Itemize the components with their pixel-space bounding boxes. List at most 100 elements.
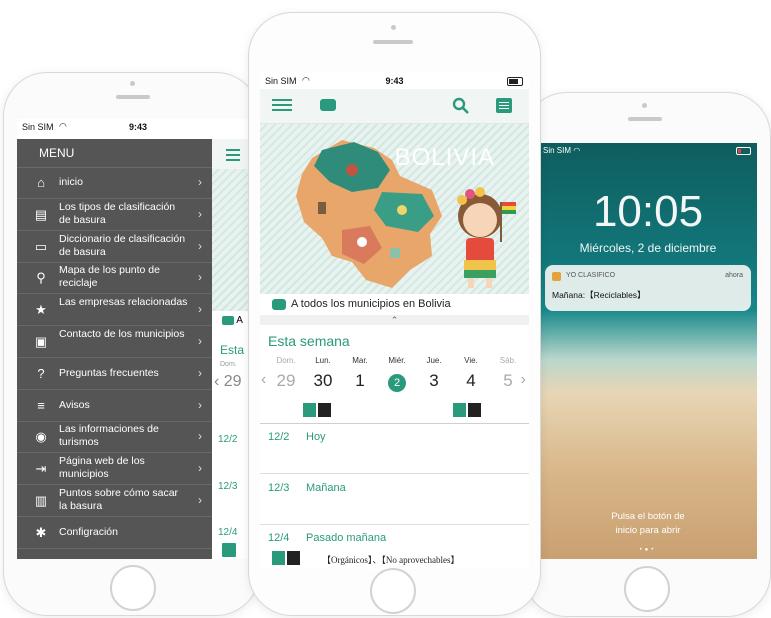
open-book-icon: ▭ — [34, 238, 48, 254]
weekday-label: Vie. — [464, 356, 478, 365]
menu-item-label: Avisos — [59, 398, 90, 411]
search-icon[interactable] — [451, 96, 471, 116]
chevron-right-icon: › — [198, 175, 202, 189]
list-view-icon[interactable] — [496, 96, 516, 116]
weekday-label: Dom. — [276, 356, 296, 365]
row-date: 12/2 — [268, 431, 290, 443]
day-number[interactable]: 3 — [416, 371, 452, 391]
day-number[interactable]: 4 — [453, 371, 489, 391]
menu-item-label: Los tipos de clasificación de basura — [59, 200, 176, 226]
menu-item[interactable]: ≡ Avisos › — [17, 390, 212, 422]
compost-bin-icon — [303, 402, 316, 417]
row-label: Hoy — [306, 431, 326, 443]
lock-time: 10:05 — [592, 187, 704, 236]
compost-bin-icon — [222, 543, 236, 557]
day-number[interactable]: 30 — [305, 371, 341, 391]
chevron-right-icon: › — [198, 461, 202, 476]
menu-item-label: Contacto de los municipios — [59, 328, 185, 340]
hamburger-icon[interactable] — [226, 149, 240, 161]
unlock-hint-line-1: Pulsa el botón de — [611, 511, 685, 522]
menu-item-label: Las informaciones de turismos — [59, 423, 159, 449]
menu-item[interactable]: ? Preguntas frecuentes › — [17, 358, 212, 390]
home-button[interactable] — [110, 565, 156, 611]
chat-icon — [272, 299, 286, 310]
question-icon: ? — [37, 365, 45, 381]
day-number[interactable]: 2 — [379, 371, 415, 392]
menu-item[interactable]: ★ Las empresas relacionadas › — [17, 294, 212, 327]
day-number[interactable]: 29 — [268, 371, 304, 391]
status-time: 9:43 — [385, 76, 404, 86]
contact-card-icon: ▣ — [34, 334, 48, 349]
week-title: Esta semana — [268, 333, 350, 349]
front-camera — [391, 25, 396, 30]
notice-text: A todos los municipios en Bolivia — [291, 298, 451, 310]
hamburger-menu-icon[interactable] — [272, 96, 292, 116]
chevron-right-icon: › — [198, 302, 202, 317]
chevron-right-icon: › — [198, 365, 202, 380]
trash-bin-icon — [318, 402, 331, 417]
day-number[interactable]: 1 — [342, 371, 378, 391]
menu-item-label: Diccionario de clasificación de basura — [59, 232, 186, 258]
collapse-chevron-icon[interactable]: ⌃ — [260, 315, 529, 325]
compost-bin-icon — [453, 402, 466, 417]
notice-fragment: A — [222, 315, 243, 326]
menu-item[interactable]: ⌂ inicio › — [17, 167, 212, 199]
weekday-label: Mar. — [352, 356, 368, 365]
weekday-label: Sáb. — [499, 356, 517, 365]
row-date: 12/4 — [268, 532, 290, 544]
notification-time: ahora — [725, 272, 743, 279]
wifi-icon: ◠ — [573, 146, 581, 155]
day-row-after-tomorrow[interactable]: 12/4 Pasado mañana 【Orgánicos】、【No aprov… — [260, 525, 529, 569]
chevron-right-icon: › — [198, 206, 202, 221]
day-row-today[interactable]: 12/2 Hoy — [260, 425, 529, 474]
weekday-label: Lun. — [315, 356, 331, 365]
chevron-right-icon: › — [198, 334, 202, 348]
side-menu: MENU ⌂ inicio › ▤ Los tipos de clasificación… — [17, 139, 212, 559]
menu-item[interactable]: ⇥ Página web de los municipios › — [17, 453, 212, 486]
book-icon: ▤ — [34, 206, 48, 222]
front-camera — [642, 103, 647, 108]
notice-icon: ≡ — [37, 397, 45, 413]
menu-item[interactable]: ▣ Contacto de los municipios › — [17, 326, 212, 358]
home-button[interactable] — [624, 566, 670, 612]
row-label: Mañana — [306, 482, 346, 494]
page-dots: •●• — [639, 547, 657, 553]
day-number[interactable]: 5 — [490, 371, 526, 391]
gear-icon: ✱ — [35, 524, 47, 540]
trash-bin-icon — [287, 550, 300, 565]
weekday-label: Jue. — [426, 356, 442, 365]
prev-week-arrow-icon[interactable]: ‹ — [261, 371, 266, 389]
menu-item[interactable]: ◉ Las informaciones de turismos › — [17, 421, 212, 454]
speaker — [373, 40, 413, 44]
unlock-hint-line-2: inicio para abrir — [615, 525, 681, 536]
menu-item[interactable]: ▤ Los tipos de clasificación de basura › — [17, 199, 212, 231]
lock-date: Miércoles, 2 de diciembre — [579, 241, 717, 255]
chevron-right-icon: › — [198, 397, 202, 412]
row-date-1: 12/2 — [218, 434, 238, 445]
lock-status-bar: Sin SIM ◠ — [543, 146, 581, 155]
menu-item[interactable]: ⚲ Mapa de los punto de reciclaje › — [17, 262, 212, 295]
menu-item[interactable]: ▭ Diccionario de clasificación de basura › — [17, 231, 212, 263]
notice-bar[interactable]: A todos los municipios en Bolivia — [260, 294, 529, 316]
app-icon — [552, 272, 561, 281]
girl-mascot-illustration — [457, 187, 516, 288]
menu-item[interactable]: ✱ Configración — [17, 517, 212, 549]
banner-title: BOLIVIA — [394, 144, 495, 171]
home-button[interactable] — [370, 568, 416, 614]
menu-item[interactable]: ▥ Puntos sobre cómo sacar la basura › — [17, 485, 212, 517]
menu-item-label: Puntos sobre cómo sacar la basura — [59, 487, 179, 512]
row-date: 12/3 — [268, 482, 290, 494]
star-icon: ★ — [35, 302, 47, 318]
date-fragment: ‹ 29 — [214, 373, 242, 390]
chevron-right-icon: › — [198, 429, 202, 444]
top-toolbar — [260, 89, 529, 124]
day-row-tomorrow[interactable]: 12/3 Mañana — [260, 474, 529, 525]
row-date-2: 12/3 — [218, 481, 238, 492]
menu-item-label: Configración — [59, 525, 118, 538]
compost-bin-icon — [272, 550, 285, 565]
notification-card[interactable]: YO CLASIFICO ahora Mañana:【Reciclables】 — [545, 265, 751, 311]
chevron-right-icon: › — [198, 493, 202, 507]
today-badge: 2 — [388, 374, 406, 392]
chat-icon[interactable] — [320, 96, 340, 116]
divider — [260, 423, 529, 424]
